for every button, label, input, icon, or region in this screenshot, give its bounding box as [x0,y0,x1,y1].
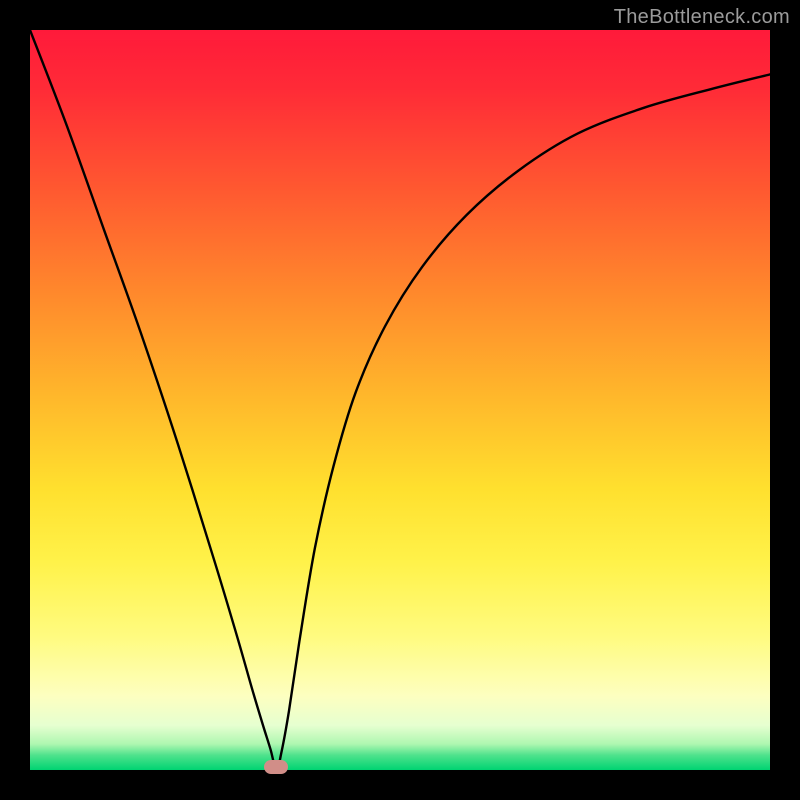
chart-svg [30,30,770,770]
plot-area [30,30,770,770]
chart-frame: TheBottleneck.com [0,0,800,800]
bottleneck-curve-path [30,30,770,770]
optimum-marker [264,760,288,774]
watermark-text: TheBottleneck.com [614,6,790,29]
